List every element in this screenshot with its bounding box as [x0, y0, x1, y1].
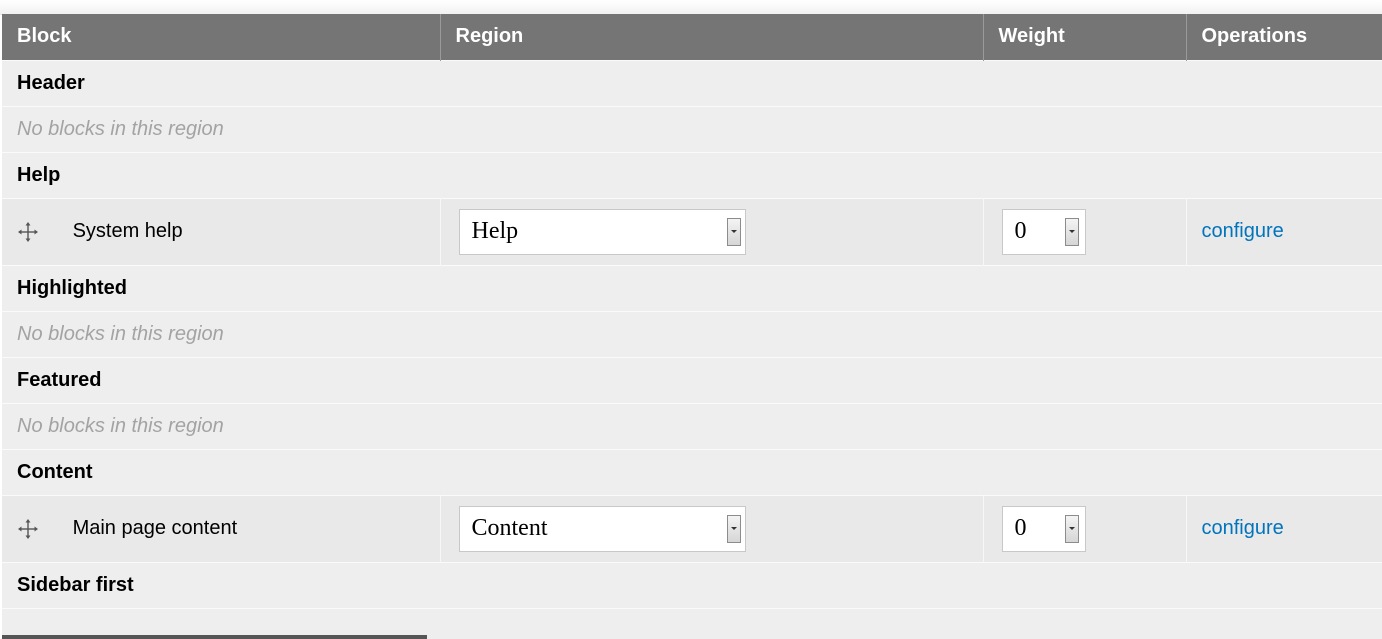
weight-cell: 0 [983, 197, 1187, 265]
region-empty-row: No blocks in this region [2, 402, 1382, 449]
column-header-region: Region [440, 14, 984, 60]
configure-link[interactable]: configure [1202, 517, 1284, 539]
drag-handle-icon[interactable] [17, 221, 39, 243]
region-title-row: Featured [2, 356, 1382, 403]
region-title-row: Header [2, 59, 1382, 106]
region-title-row: Help [2, 151, 1382, 198]
column-header-block: Block [2, 14, 441, 60]
chevron-down-icon[interactable] [1064, 217, 1079, 246]
weight-select-value: 0 [1014, 515, 1027, 541]
operations-cell: configure [1186, 197, 1382, 265]
region-title-content: Content [2, 448, 1382, 495]
partial-row-cell [2, 607, 1382, 639]
region-cell: Help [440, 197, 984, 265]
chevron-down-icon[interactable] [1064, 514, 1079, 543]
top-bar [0, 0, 1382, 15]
partial-select[interactable] [2, 634, 427, 639]
column-header-weight: Weight [983, 14, 1187, 60]
weight-select[interactable]: 0 [1001, 208, 1086, 255]
block-name: System help [72, 220, 183, 243]
weight-cell: 0 [983, 494, 1187, 562]
region-empty-message: No blocks in this region [2, 310, 1382, 357]
block-cell: Main page content [2, 494, 441, 562]
block-cell: System help [2, 197, 441, 265]
column-header-operations: Operations [1186, 14, 1382, 60]
region-select[interactable]: Content [458, 505, 746, 552]
region-select-value: Help [471, 218, 519, 244]
region-title-row: Sidebar first [2, 561, 1382, 608]
region-cell: Content [440, 494, 984, 562]
region-title-help: Help [2, 151, 1382, 198]
drag-handle-icon[interactable] [17, 518, 39, 540]
region-title-sidebar-first: Sidebar first [2, 561, 1382, 608]
table-row [2, 607, 1382, 639]
block-name: Main page content [72, 517, 238, 540]
operations-cell: configure [1186, 494, 1382, 562]
region-select-value: Content [471, 515, 548, 541]
table-row: System help Help 0 configure [2, 197, 1382, 265]
region-title-row: Highlighted [2, 264, 1382, 311]
chevron-down-icon[interactable] [726, 514, 741, 543]
weight-select[interactable]: 0 [1001, 505, 1086, 552]
block-layout-table: Block Region Weight Operations Header No… [2, 14, 1382, 639]
region-select[interactable]: Help [458, 208, 746, 255]
region-empty-row: No blocks in this region [2, 310, 1382, 357]
configure-link[interactable]: configure [1202, 220, 1284, 242]
chevron-down-icon[interactable] [726, 217, 741, 246]
weight-select-value: 0 [1014, 218, 1027, 244]
table-row: Main page content Content 0 configure [2, 494, 1382, 562]
region-title-row: Content [2, 448, 1382, 495]
region-title-highlighted: Highlighted [2, 264, 1382, 311]
region-empty-row: No blocks in this region [2, 105, 1382, 152]
table-header-row: Block Region Weight Operations [2, 14, 1382, 60]
region-title-featured: Featured [2, 356, 1382, 403]
region-empty-message: No blocks in this region [2, 402, 1382, 449]
region-empty-message: No blocks in this region [2, 105, 1382, 152]
region-title-header: Header [2, 59, 1382, 106]
